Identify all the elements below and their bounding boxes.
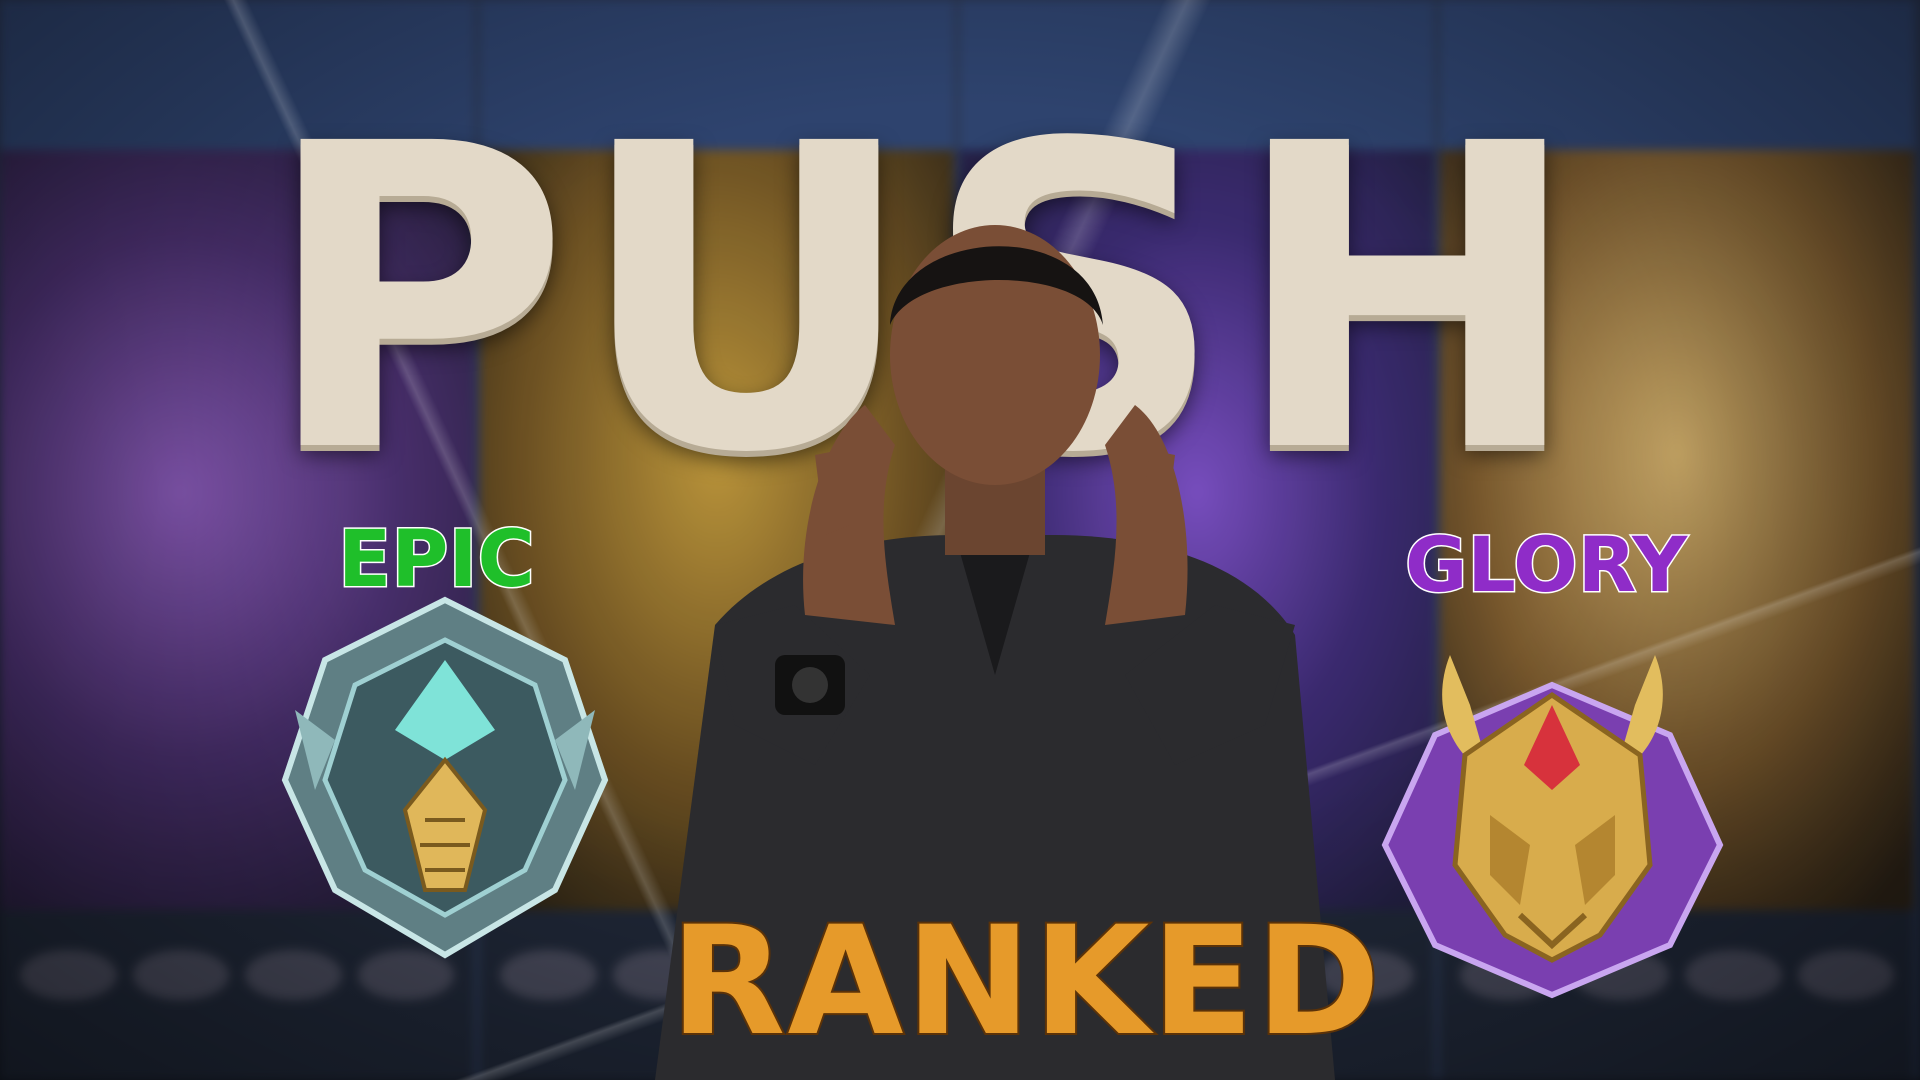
- ranked-subtitle: RANKED: [668, 893, 1383, 1071]
- epic-rank-badge-icon: [275, 590, 615, 965]
- glory-rank-label: GLORY: [1403, 519, 1688, 611]
- mythical-glory-rank-badge-icon: [1370, 615, 1735, 1000]
- thumbnail-canvas: PUSH EPIC: [0, 0, 1920, 1080]
